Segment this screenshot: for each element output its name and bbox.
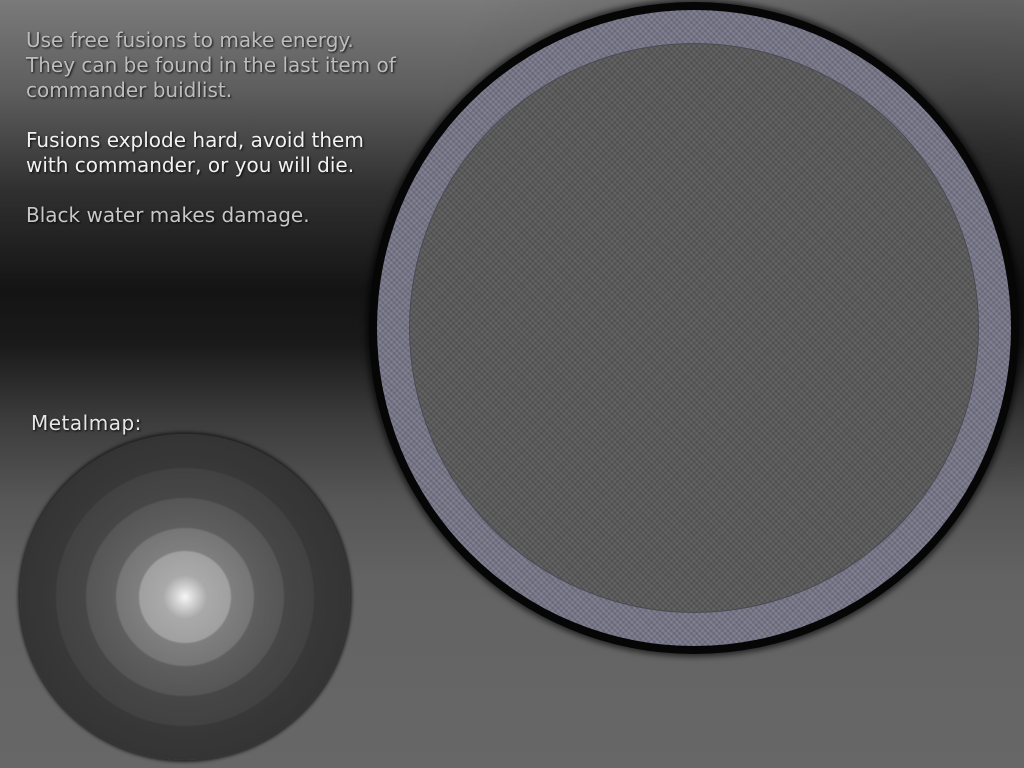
energy-tip-text: Use free fusions to make energy. They ca… — [26, 28, 396, 102]
briefing-text: Use free fusions to make energy. They ca… — [26, 28, 426, 253]
water-warning-text: Black water makes damage. — [26, 203, 310, 227]
map-ground — [410, 44, 978, 612]
fusion-warning-text: Fusions explode hard, avoid them with co… — [26, 128, 364, 177]
metalmap-preview — [20, 434, 350, 760]
map-preview — [369, 2, 1019, 654]
metalmap-label: Metalmap: — [31, 411, 142, 435]
